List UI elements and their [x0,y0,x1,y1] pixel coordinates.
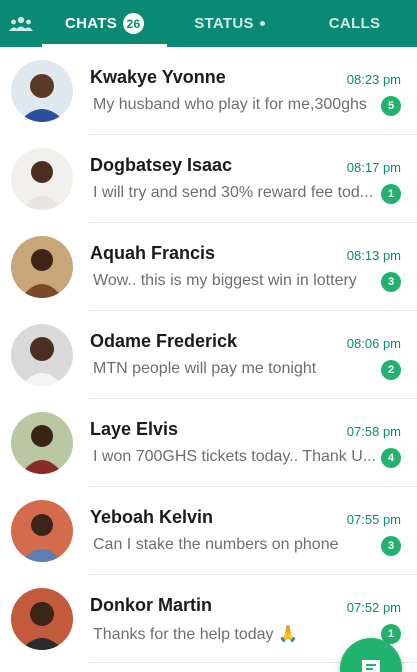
message-preview: My husband who play it for me,300ghs [93,96,367,113]
new-chat-icon [362,660,380,672]
avatar[interactable] [11,60,73,122]
unread-badge: 5 [381,96,401,116]
avatar[interactable] [11,588,73,650]
message-preview: Wow.. this is my biggest win in lottery [93,272,357,289]
message-time: 08:13 pm [346,248,401,263]
chats-count-badge: 26 [123,13,145,34]
message-time: 07:58 pm [346,424,401,439]
message-preview: I won 700GHS tickets today.. Thank U... [93,448,377,465]
chat-row[interactable]: Kwakye Yvonne 08:23 pm My husband who pl… [0,47,417,135]
tab-communities[interactable] [0,0,42,47]
contact-name: Odame Frederick [90,331,238,351]
unread-badge: 3 [381,272,401,292]
avatar[interactable] [11,412,73,474]
chat-row[interactable]: Yeboah Kelvin 07:55 pm Can I stake the n… [0,487,417,575]
tab-calls[interactable]: CALLS [292,0,417,47]
avatar[interactable] [11,500,73,562]
unread-badge: 4 [381,448,401,468]
status-update-dot [259,21,265,26]
contact-name: Laye Elvis [90,419,179,439]
contact-name: Kwakye Yvonne [90,67,226,87]
avatar[interactable] [11,236,73,298]
tab-status-label: STATUS [194,15,254,32]
contact-name: Donkor Martin [90,595,213,615]
message-time: 08:06 pm [346,336,401,351]
tab-calls-label: CALLS [328,15,381,32]
unread-badge: 1 [381,184,401,204]
tab-chats-label: CHATS [64,15,118,32]
tab-status[interactable]: STATUS [167,0,292,47]
contact-name: Aquah Francis [90,243,216,263]
message-preview: Thanks for the help today 🙏 [93,626,298,643]
unread-badge: 3 [381,536,401,556]
top-app-bar: CHATS 26 STATUS CALLS [0,0,417,47]
avatar[interactable] [11,324,73,386]
chat-row[interactable]: Aquah Francis 08:13 pm Wow.. this is my … [0,223,417,311]
message-preview: I will try and send 30% reward fee tod..… [93,184,374,201]
message-preview: Can I stake the numbers on phone [93,536,339,553]
message-preview: MTN people will pay me tonight [93,360,317,377]
message-time: 07:55 pm [346,512,401,527]
message-time: 08:17 pm [346,160,401,175]
chat-row[interactable]: Laye Elvis 07:58 pm I won 700GHS tickets… [0,399,417,487]
message-time: 08:23 pm [346,72,401,87]
contact-name: Dogbatsey Isaac [90,155,233,175]
message-time: 07:52 pm [346,600,401,615]
contact-name: Yeboah Kelvin [90,507,214,527]
unread-badge: 2 [381,360,401,380]
chat-row[interactable]: Dogbatsey Isaac 08:17 pm I will try and … [0,135,417,223]
chat-row[interactable]: Odame Frederick 08:06 pm MTN people will… [0,311,417,399]
people-icon [9,16,33,31]
chat-list: Kwakye Yvonne 08:23 pm My husband who pl… [0,47,417,663]
avatar[interactable] [11,148,73,210]
tab-chats[interactable]: CHATS 26 [42,0,167,47]
